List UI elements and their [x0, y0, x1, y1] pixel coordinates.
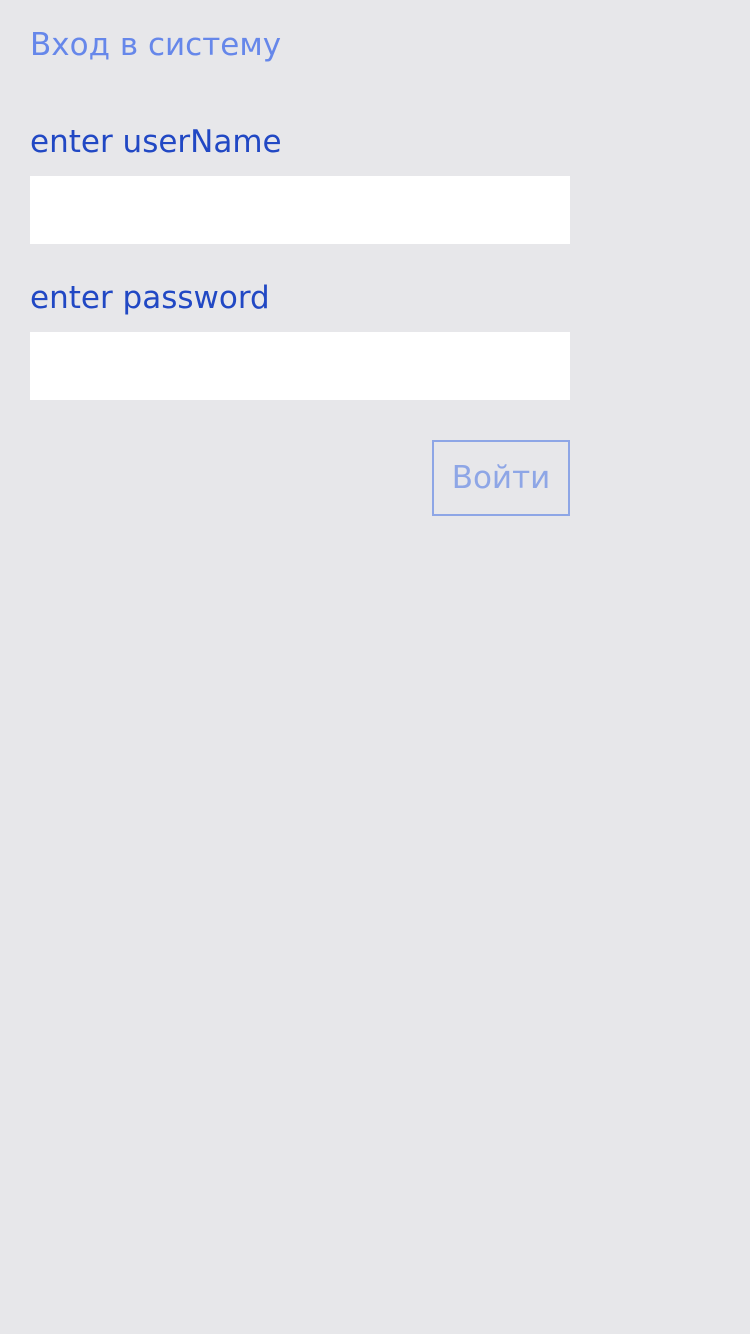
username-label: enter userName — [30, 124, 282, 160]
password-input[interactable] — [30, 332, 570, 400]
username-input[interactable] — [30, 176, 570, 244]
login-page: Вход в систему enter userName enter pass… — [0, 0, 750, 1334]
login-button[interactable]: Войти — [432, 440, 570, 516]
page-title: Вход в систему — [30, 27, 282, 63]
password-label: enter password — [30, 280, 270, 316]
